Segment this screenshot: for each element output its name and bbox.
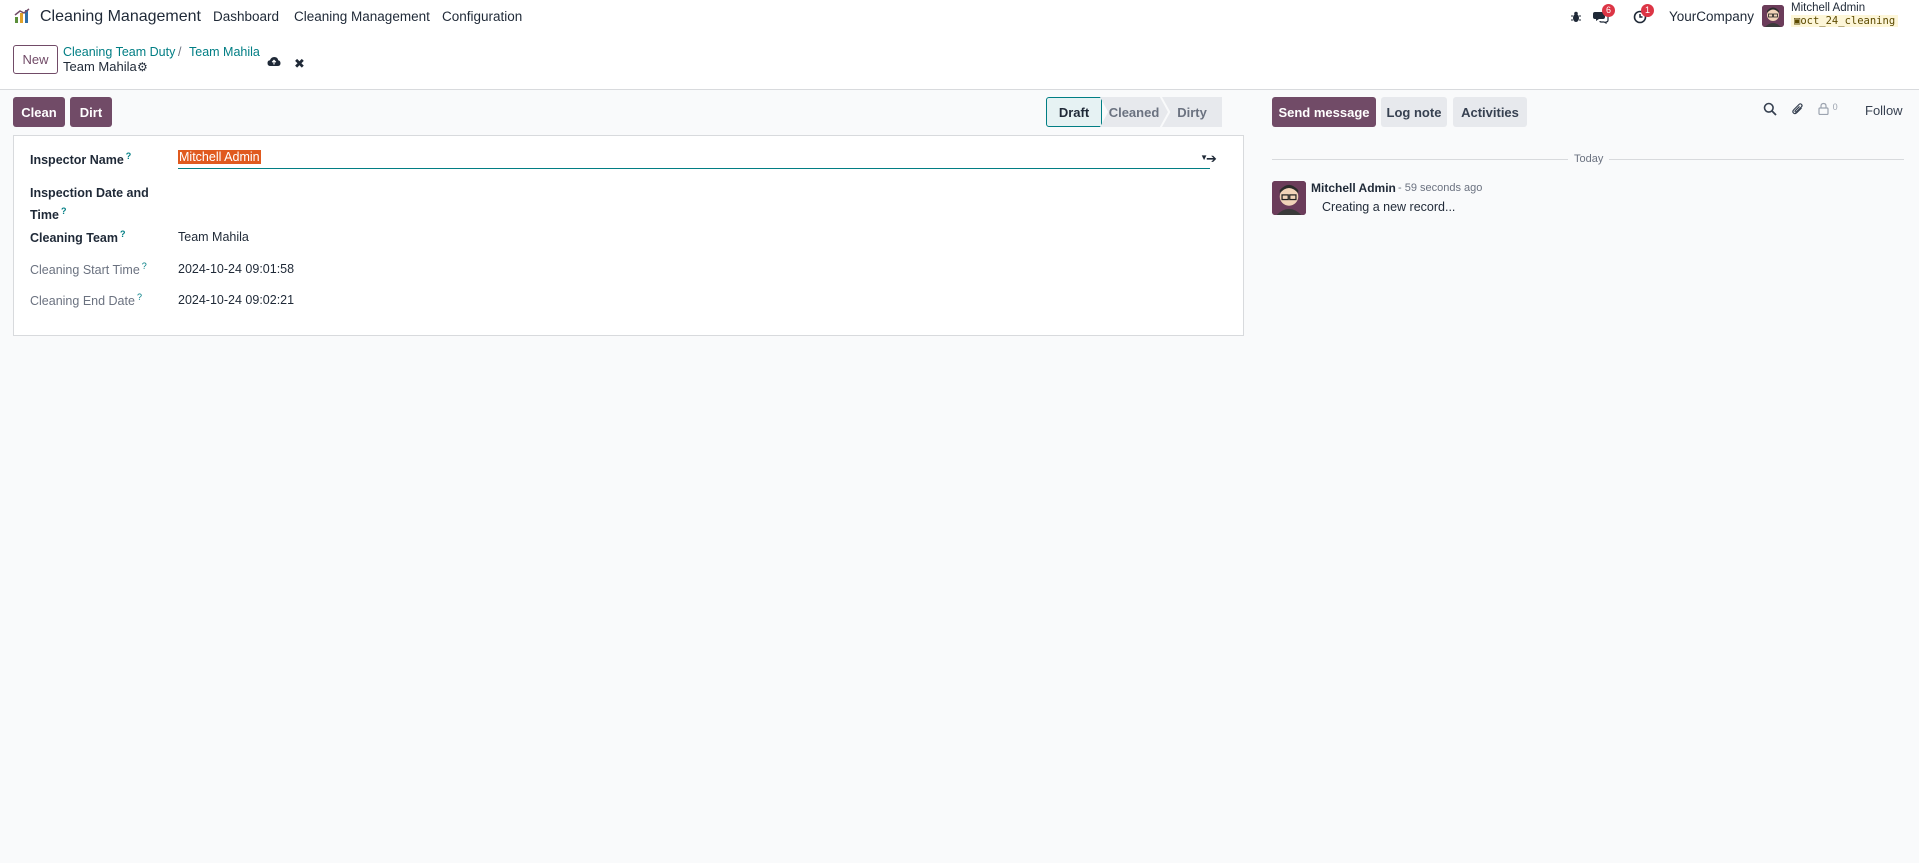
gear-icon[interactable]: ⚙: [137, 60, 148, 74]
field-label-cleaning-start-time: Cleaning Start Time?: [30, 261, 147, 278]
menu-configuration[interactable]: Configuration: [442, 9, 522, 24]
user-avatar[interactable]: [1762, 5, 1784, 27]
user-name[interactable]: Mitchell Admin: [1791, 2, 1865, 14]
log-note-button[interactable]: Log note: [1381, 97, 1447, 127]
field-label-inspection-date: Inspection Date and Time?: [30, 186, 149, 223]
help-tooltip-icon[interactable]: ?: [61, 206, 67, 216]
stage-cleaned[interactable]: Cleaned: [1100, 97, 1168, 127]
cleaning-team-value: Team Mahila: [178, 230, 249, 244]
inspector-name-value[interactable]: Mitchell Admin: [178, 150, 261, 164]
message-body: Creating a new record...: [1322, 200, 1456, 214]
activities-clock-icon[interactable]: 1: [1631, 4, 1654, 25]
messages-icon[interactable]: 6: [1592, 4, 1615, 25]
send-message-button[interactable]: Send message: [1272, 97, 1376, 127]
record-title: Team Mahila: [63, 59, 137, 74]
menu-dashboard[interactable]: Dashboard: [213, 9, 279, 24]
message-timestamp: - 59 seconds ago: [1398, 182, 1483, 194]
stage-draft[interactable]: Draft: [1046, 97, 1102, 127]
cleaning-end-date-value: 2024-10-24 09:02:21: [178, 293, 295, 307]
top-navbar: Cleaning Management Dashboard Cleaning M…: [0, 0, 1919, 34]
form-sheet: Inspector Name? Mitchell Admin ▼ ➔ Inspe…: [13, 135, 1244, 336]
internal-link-arrow-icon[interactable]: ➔: [1206, 151, 1217, 167]
breadcrumb-separator: /: [178, 45, 182, 59]
help-tooltip-icon[interactable]: ?: [142, 261, 147, 271]
followers-lock-icon[interactable]: 0: [1818, 102, 1838, 118]
activities-badge: 1: [1641, 4, 1654, 17]
field-label-cleaning-end-date: Cleaning End Date?: [30, 292, 142, 309]
help-tooltip-icon[interactable]: ?: [137, 292, 142, 302]
messages-badge: 6: [1602, 4, 1615, 17]
cleaning-start-time-value: 2024-10-24 09:01:58: [178, 262, 295, 276]
control-panel: New Cleaning Team Duty / Team Mahila Tea…: [0, 34, 1919, 90]
help-tooltip-icon[interactable]: ?: [126, 151, 132, 161]
statusbar: Draft Cleaned Dirty: [1046, 97, 1222, 127]
inspection-date-input[interactable]: [178, 184, 478, 202]
paperclip-icon[interactable]: [1791, 102, 1805, 119]
new-button[interactable]: New: [13, 45, 58, 74]
breadcrumb-cleaning-team-duty[interactable]: Cleaning Team Duty: [63, 45, 175, 59]
activities-button[interactable]: Activities: [1453, 97, 1527, 127]
discard-close-icon[interactable]: ✖: [294, 56, 305, 72]
apps-menu-icon[interactable]: [14, 8, 30, 24]
app-name[interactable]: Cleaning Management: [40, 8, 201, 26]
stage-dirty[interactable]: Dirty: [1162, 97, 1222, 127]
followers-count: 0: [1832, 102, 1838, 112]
message-author[interactable]: Mitchell Admin: [1311, 181, 1396, 195]
company-switcher[interactable]: YourCompany: [1669, 9, 1754, 24]
help-tooltip-icon[interactable]: ?: [120, 229, 126, 239]
breadcrumb-team-mahila[interactable]: Team Mahila: [189, 45, 260, 59]
debug-bug-icon[interactable]: [1567, 9, 1585, 25]
save-cloud-icon[interactable]: [267, 56, 281, 71]
dirt-button[interactable]: Dirt: [70, 97, 112, 127]
inspector-name-input[interactable]: Mitchell Admin ▼: [178, 149, 1210, 169]
message-author-avatar[interactable]: [1272, 181, 1306, 215]
field-label-inspector-name: Inspector Name?: [30, 151, 132, 168]
menu-cleaning-management[interactable]: Cleaning Management: [294, 9, 430, 24]
follow-button[interactable]: Follow: [1865, 103, 1903, 118]
field-label-cleaning-team: Cleaning Team?: [30, 229, 126, 246]
database-name: ▣oct_24_cleaning: [1791, 15, 1899, 27]
clean-button[interactable]: Clean: [13, 97, 65, 127]
date-separator-label: Today: [1568, 153, 1610, 165]
search-icon[interactable]: [1763, 102, 1777, 119]
